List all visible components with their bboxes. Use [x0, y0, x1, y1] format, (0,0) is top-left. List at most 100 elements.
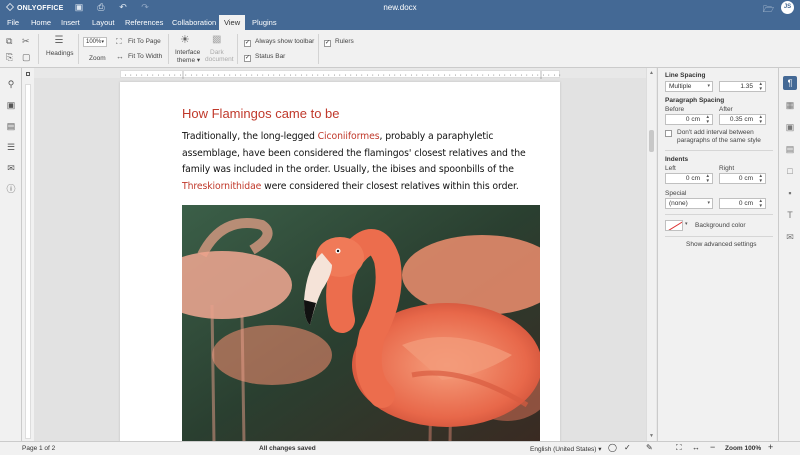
stepper-icon[interactable]: ▲ ▼	[759, 173, 763, 183]
document-heading[interactable]: How Flamingos came to be	[182, 106, 340, 121]
show-advanced-settings-link[interactable]: Show advanced settings	[686, 241, 756, 248]
ruler-tick	[147, 74, 148, 76]
stepper-icon[interactable]: ▲ ▼	[706, 173, 710, 183]
special-indent-select[interactable]: (none) ▾	[665, 198, 713, 209]
paste-icon[interactable]: ⎘	[6, 52, 13, 62]
zoom-in-icon[interactable]: +	[768, 442, 773, 452]
textart-icon[interactable]: T	[783, 208, 797, 222]
vertical-scrollbar[interactable]: ▲ ▼	[646, 68, 656, 441]
stepper-icon[interactable]: ▲ ▼	[759, 81, 763, 91]
spellcheck-icon[interactable]: ✓	[624, 443, 631, 452]
avatar[interactable]: JS	[781, 1, 794, 14]
ruler-tick	[499, 74, 500, 76]
horizontal-ruler[interactable]	[120, 70, 561, 79]
zoom-select[interactable]: 100% ▾	[83, 37, 107, 47]
search-icon[interactable]: ⚲	[5, 78, 17, 90]
ruler-tick	[526, 74, 528, 76]
language-select[interactable]: English (United States) ▾	[530, 445, 602, 453]
ruler-tick	[235, 74, 236, 76]
stepper-icon[interactable]: ▲ ▼	[759, 114, 763, 124]
ruler-tick	[532, 74, 533, 76]
save-status: All changes saved	[259, 445, 316, 452]
line-spacing-type-select[interactable]: Multiple ▾	[665, 81, 713, 92]
cut-icon[interactable]: ✂	[22, 36, 30, 46]
fit-to-width-button[interactable]: Fit To Width	[128, 53, 162, 60]
tab-references[interactable]: References	[120, 15, 168, 30]
interface-theme-label-2[interactable]: theme ▾	[177, 56, 200, 64]
rulers-checkbox[interactable]: ✓ Rulers	[324, 38, 354, 47]
tab-collaboration[interactable]: Collaboration	[167, 15, 221, 30]
mail-merge-icon[interactable]: ✉	[783, 230, 797, 244]
table-icon[interactable]: ▦	[783, 98, 797, 112]
special-indent-input[interactable]: 0 cm ▲ ▼	[719, 198, 766, 209]
navigation-icon[interactable]: ☰	[5, 141, 17, 153]
ruler-tick	[455, 74, 456, 76]
tab-home[interactable]: Home	[26, 15, 56, 30]
ruler-tick	[191, 74, 192, 76]
stepper-icon[interactable]: ▲ ▼	[759, 198, 763, 208]
shape-icon[interactable]: □	[783, 164, 797, 178]
ruler-tick	[290, 74, 291, 76]
stepper-icon[interactable]: ▲ ▼	[706, 114, 710, 124]
background-color-swatch[interactable]	[665, 220, 683, 231]
headings-icon[interactable]: ☰	[52, 36, 66, 46]
always-show-toolbar-checkbox[interactable]: ✓ Always show toolbar	[244, 38, 314, 47]
fit-width-icon[interactable]: ↔	[692, 443, 700, 452]
scroll-down-icon[interactable]: ▼	[649, 433, 654, 439]
page-counter[interactable]: Page 1 of 2	[22, 445, 55, 452]
after-label: After	[719, 106, 733, 113]
flamingo-image[interactable]	[182, 205, 540, 442]
chevron-down-icon[interactable]: ▾	[685, 221, 688, 227]
fit-to-page-button[interactable]: Fit To Page	[128, 38, 161, 45]
tab-view[interactable]: View	[219, 15, 245, 30]
comments-icon[interactable]: ▣	[5, 99, 17, 111]
spacing-before-input[interactable]: 0 cm ▲ ▼	[665, 114, 713, 125]
document-page[interactable]: How Flamingos came to be Traditionally, …	[120, 82, 560, 442]
tab-plugins[interactable]: Plugins	[247, 15, 282, 30]
indent-left-input[interactable]: 0 cm ▲ ▼	[665, 173, 713, 184]
ruler-tick	[130, 74, 132, 76]
ruler-tick	[350, 74, 352, 76]
copy-icon[interactable]: ⧉	[6, 36, 12, 46]
track-changes-icon[interactable]: ✎	[646, 443, 653, 452]
about-icon[interactable]: ⓘ	[5, 183, 17, 195]
zoom-out-icon[interactable]: −	[710, 442, 715, 452]
ruler-tick	[301, 74, 302, 76]
globe-icon[interactable]: ◯	[608, 443, 617, 452]
zoom-label: Zoom	[89, 55, 106, 62]
line-spacing-value-input[interactable]: 1.35 ▲ ▼	[719, 81, 766, 92]
title-bar: ONLYOFFICE ▣ ⎙ ↶ ↷ new.docx 🗁 JS	[0, 0, 800, 15]
tab-layout[interactable]: Layout	[87, 15, 120, 30]
fit-page-icon[interactable]: ⛶	[116, 37, 122, 47]
tab-stop-icon[interactable]	[26, 72, 30, 76]
header-footer-icon[interactable]: ▤	[783, 142, 797, 156]
spacing-after-input[interactable]: 0.35 cm ▲ ▼	[719, 114, 766, 125]
document-paragraph[interactable]: Traditionally, the long-legged Ciconiifo…	[182, 129, 540, 195]
indent-right-input[interactable]: 0 cm ▲ ▼	[719, 173, 766, 184]
ciconiiformes-link: Ciconiiformes	[317, 131, 380, 142]
fit-width-icon[interactable]: ↔	[116, 52, 124, 62]
scrollbar-thumb[interactable]	[649, 130, 654, 152]
image-icon[interactable]: ▣	[783, 120, 797, 134]
ruler-tick	[251, 74, 253, 76]
indent-right-label: Right	[719, 165, 735, 172]
dark-document-label-2: document	[205, 56, 234, 63]
interface-theme-icon[interactable]: ☀	[180, 35, 190, 46]
interface-theme-label-1[interactable]: Interface	[175, 49, 200, 56]
chat-icon[interactable]: ▤	[5, 120, 17, 132]
dont-add-interval-checkbox[interactable]	[665, 130, 672, 137]
select-all-icon[interactable]: ▢	[22, 52, 31, 62]
ruler-tick	[163, 74, 165, 76]
chart-icon[interactable]: ▪	[783, 186, 797, 200]
feedback-icon[interactable]: ✉	[5, 162, 17, 174]
paragraph-icon[interactable]: ¶	[783, 76, 797, 90]
ruler-tick	[174, 74, 176, 76]
fit-page-icon[interactable]: ⛶	[676, 443, 682, 453]
scroll-up-icon[interactable]: ▲	[649, 70, 654, 76]
ruler-tick	[273, 74, 275, 76]
ruler-tick	[141, 74, 143, 76]
tab-file[interactable]: File	[2, 15, 24, 30]
tab-insert[interactable]: Insert	[56, 15, 85, 30]
headings-label[interactable]: Headings	[46, 50, 73, 57]
status-bar-checkbox[interactable]: ✓ Status Bar	[244, 53, 285, 62]
